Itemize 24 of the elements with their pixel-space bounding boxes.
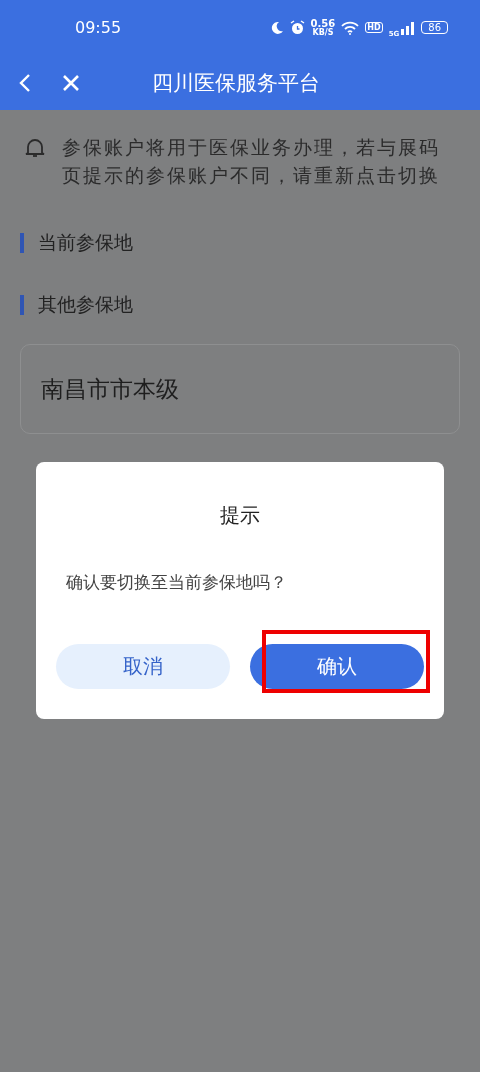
location-name: 南昌市市本级 xyxy=(41,374,179,404)
location-card[interactable]: 南昌市市本级 xyxy=(20,344,460,434)
cancel-button[interactable]: 取消 xyxy=(56,644,230,689)
notice-text: 参保账户将用于医保业务办理，若与展码页提示的参保账户不同，请重新点击切换 xyxy=(62,136,441,188)
page-title: 四川医保服务平台 xyxy=(152,69,320,97)
alarm-icon xyxy=(289,20,305,35)
hd-badge: HD xyxy=(365,22,383,33)
back-icon xyxy=(18,72,32,93)
section-title: 当前参保地 xyxy=(38,230,133,255)
section-marker xyxy=(20,233,24,253)
bell-icon xyxy=(24,137,46,159)
net-unit: KB/S xyxy=(312,28,334,37)
dialog-message: 确认要切换至当前参保地吗？ xyxy=(65,571,288,594)
section-marker xyxy=(20,295,24,315)
status-time: 09:55 xyxy=(75,18,122,37)
section-title: 其他参保地 xyxy=(38,292,133,317)
moon-icon xyxy=(269,20,284,35)
dialog-title: 提示 xyxy=(219,502,261,529)
wifi-icon xyxy=(341,20,360,35)
close-icon xyxy=(62,73,80,92)
signal-icon xyxy=(401,20,416,35)
net-speed: 0.56 xyxy=(310,18,336,29)
confirm-button[interactable]: 确认 xyxy=(250,644,424,689)
battery-indicator: 86 xyxy=(421,21,448,34)
